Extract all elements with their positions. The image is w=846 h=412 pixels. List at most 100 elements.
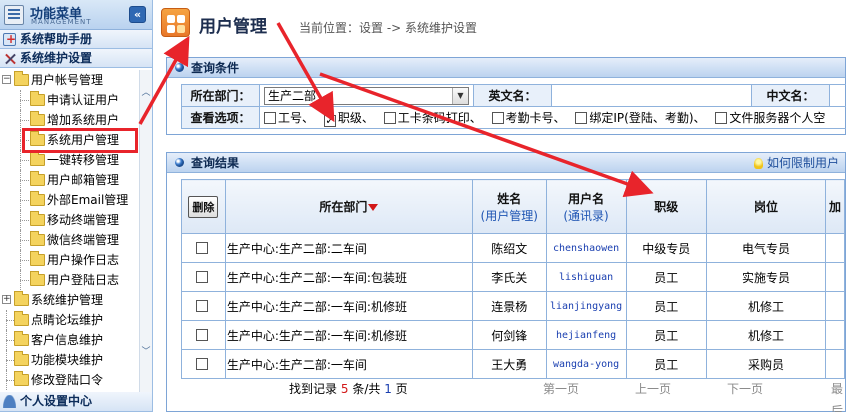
chinese-name-field[interactable] bbox=[829, 84, 846, 107]
expand-toggle-icon[interactable]: + bbox=[2, 295, 11, 304]
checkbox[interactable] bbox=[264, 111, 276, 124]
tree-item-label: 微信终端管理 bbox=[47, 233, 120, 247]
collapse-sidebar-button[interactable]: « bbox=[129, 6, 146, 23]
tree-item-module-maintenance[interactable]: 功能模块维护 bbox=[0, 350, 140, 370]
page-title: 用户管理 bbox=[199, 17, 267, 37]
cell-username[interactable]: hejianfeng bbox=[545, 320, 627, 350]
row-checkbox[interactable] bbox=[196, 329, 209, 341]
first-page-link[interactable]: 第一页 bbox=[543, 378, 579, 400]
checkbox[interactable] bbox=[715, 111, 728, 124]
checkbox[interactable] bbox=[383, 111, 396, 124]
last-page-link[interactable]: 最后 bbox=[831, 378, 846, 412]
checkbox-checked[interactable]: ✓ bbox=[323, 114, 336, 127]
query-form: 所在部门： 生产二部 ▼ 英文名： 中文名： 查看选项： 工号、 ✓ 职级、 工卡… bbox=[181, 84, 846, 129]
checkbox[interactable] bbox=[491, 111, 504, 124]
cell-dept: 生产中心:生产二部:一车间:机修班 bbox=[224, 291, 473, 321]
cell-name[interactable]: 陈绍文 bbox=[471, 233, 547, 263]
scroll-up-icon[interactable]: ︿ bbox=[141, 88, 151, 98]
panel-bullet-icon bbox=[175, 158, 184, 167]
cell-username[interactable]: chenshaowen bbox=[545, 233, 627, 263]
column-dept[interactable]: 所在部门 bbox=[224, 179, 473, 234]
folder-icon bbox=[14, 331, 29, 346]
checkbox[interactable] bbox=[575, 111, 588, 124]
row-checkbox[interactable] bbox=[196, 358, 209, 370]
option-employee-no[interactable]: 工号、 bbox=[264, 111, 314, 125]
section-label: 个人设置中心 bbox=[20, 394, 93, 408]
tree-item-external-email[interactable]: 外部Email管理 bbox=[0, 190, 140, 210]
row-checkbox[interactable] bbox=[196, 242, 209, 254]
tree-item-account-management[interactable]: − 用户帐号管理 bbox=[0, 70, 140, 90]
cell-more bbox=[825, 320, 845, 350]
cell-grade: 员工 bbox=[625, 349, 708, 379]
chevron-down-icon[interactable]: ▼ bbox=[452, 87, 468, 104]
english-name-field[interactable] bbox=[551, 84, 752, 107]
cell-post: 机修工 bbox=[706, 320, 827, 350]
query-panel: 查询条件 所在部门： 生产二部 ▼ 英文名： 中文名： 查看选项： 工号、 ✓ 职… bbox=[166, 57, 846, 135]
next-page-link[interactable]: 下一页 bbox=[727, 378, 763, 400]
cell-name[interactable]: 王大勇 bbox=[471, 349, 547, 379]
tree-item-login-log[interactable]: 用户登陆日志 bbox=[0, 270, 140, 290]
tree-item-apply-auth[interactable]: 申请认证用户 bbox=[0, 90, 140, 110]
tree-item-customer-info[interactable]: 客户信息维护 bbox=[0, 330, 140, 350]
sidebar: 功能菜单 MANAGEMENT « 系统帮助手册 系统维护设置 − 用户帐号管理… bbox=[0, 0, 153, 412]
table-row: 生产中心:生产二部:一车间:机修班 何剑锋 hejianfeng 员工 机修工 bbox=[181, 320, 845, 350]
tree-item-one-click-transfer[interactable]: 一键转移管理 bbox=[0, 150, 140, 170]
row-checkbox[interactable] bbox=[196, 271, 209, 283]
dept-select[interactable]: 生产二部 ▼ bbox=[264, 86, 469, 105]
folder-icon bbox=[14, 71, 29, 86]
folder-icon bbox=[14, 351, 29, 366]
option-attendance-card[interactable]: 考勤卡号、 bbox=[491, 111, 566, 125]
tree-item-label: 点睛论坛维护 bbox=[31, 313, 104, 327]
cell-username[interactable]: lishiguan bbox=[545, 262, 627, 292]
tree-item-label: 用户登陆日志 bbox=[47, 273, 120, 287]
user-limit-help-link[interactable]: 如何限制用户 bbox=[753, 153, 839, 173]
cell-grade: 员工 bbox=[625, 291, 708, 321]
prev-page-link[interactable]: 上一页 bbox=[635, 378, 671, 400]
option-file-server[interactable]: 文件服务器个人空 bbox=[715, 111, 825, 125]
section-personal-settings[interactable]: 个人设置中心 bbox=[0, 392, 152, 412]
folder-icon bbox=[14, 291, 29, 306]
tree-item-mobile-terminal[interactable]: 移动终端管理 bbox=[0, 210, 140, 230]
tree-item-add-user[interactable]: 增加系统用户 bbox=[0, 110, 140, 130]
tree-item-label: 申请认证用户 bbox=[47, 93, 120, 107]
folder-icon bbox=[14, 371, 29, 386]
tree-item-operation-log[interactable]: 用户操作日志 bbox=[0, 250, 140, 270]
pagination: 找到记录 5 条/共 1 页 第一页 上一页 下一页 最后 bbox=[181, 378, 846, 412]
column-name: 姓名 (用户管理) bbox=[471, 179, 547, 234]
cell-username[interactable]: lianjingyang bbox=[545, 291, 627, 321]
dept-select-value: 生产二部 bbox=[268, 88, 317, 103]
table-row: 生产中心:生产二部:一车间 王大勇 wangda-yong 员工 采购员 bbox=[181, 349, 845, 379]
collapse-toggle-icon[interactable]: − bbox=[2, 75, 11, 84]
section-help-manual[interactable]: 系统帮助手册 bbox=[0, 30, 152, 49]
column-more: 加 bbox=[825, 179, 845, 234]
tree-item-user-mailbox[interactable]: 用户邮箱管理 bbox=[0, 170, 140, 190]
scroll-down-icon[interactable]: ﹀ bbox=[141, 347, 151, 357]
tree-item-wechat-terminal[interactable]: 微信终端管理 bbox=[0, 230, 140, 250]
column-select: 删除 bbox=[181, 179, 226, 234]
cell-name[interactable]: 连景杨 bbox=[471, 291, 547, 321]
option-barcode-print[interactable]: 工卡条码打印、 bbox=[383, 111, 482, 125]
panel-bullet-icon bbox=[175, 63, 184, 72]
cell-more bbox=[825, 233, 845, 263]
tree-item-label: 用户操作日志 bbox=[47, 253, 120, 267]
option-bind-ip[interactable]: 绑定IP(登陆、考勤)、 bbox=[575, 111, 706, 125]
view-options: 工号、 ✓ 职级、 工卡条码打印、 考勤卡号、 绑定IP(登陆、考勤)、 文件服务… bbox=[259, 106, 846, 129]
cell-name[interactable]: 李氏关 bbox=[471, 262, 547, 292]
folder-icon bbox=[30, 91, 45, 106]
option-grade[interactable]: ✓ 职级、 bbox=[323, 111, 374, 127]
folder-icon bbox=[30, 251, 45, 266]
tree-item-forum[interactable]: 点睛论坛维护 bbox=[0, 310, 140, 330]
delete-button[interactable]: 删除 bbox=[188, 195, 219, 218]
section-system-settings[interactable]: 系统维护设置 bbox=[0, 49, 152, 68]
sidebar-scrollbar[interactable]: ︿ ﹀ bbox=[139, 70, 152, 392]
row-checkbox[interactable] bbox=[196, 300, 209, 312]
cell-post: 采购员 bbox=[706, 349, 827, 379]
tree-item-label: 修改登陆口令 bbox=[31, 373, 104, 387]
tree-item-change-password[interactable]: 修改登陆口令 bbox=[0, 370, 140, 390]
folder-icon bbox=[30, 111, 45, 126]
tree-item-system-maintenance[interactable]: + 系统维护管理 bbox=[0, 290, 140, 310]
english-name-label: 英文名： bbox=[473, 84, 552, 107]
cell-username[interactable]: wangda-yong bbox=[545, 349, 627, 379]
cell-name[interactable]: 何剑锋 bbox=[471, 320, 547, 350]
user-table: 删除 所在部门 姓名 (用户管理) 用户名 (通讯录) 职级 岗位 加 生产中心:生… bbox=[181, 179, 845, 379]
